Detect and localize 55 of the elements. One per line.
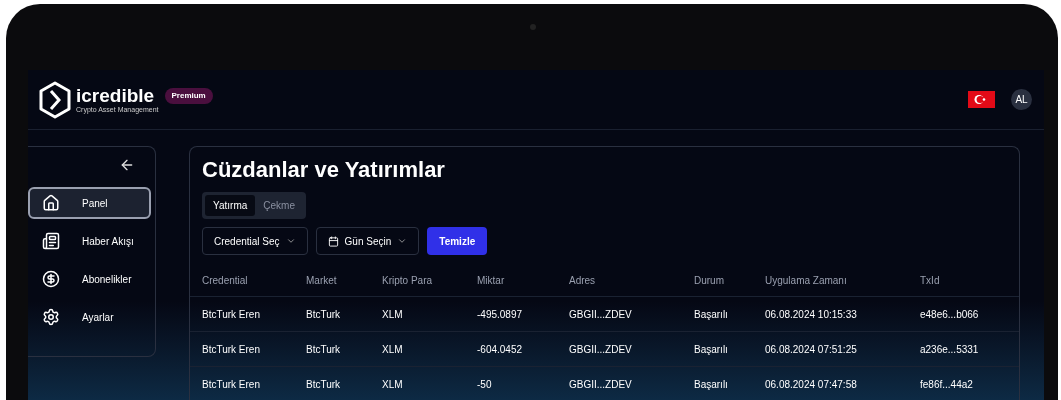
- hexagon-logo-icon: [38, 80, 72, 119]
- table-cell-text: XLM: [382, 377, 404, 392]
- page-title: Cüzdanlar ve Yatırımlar: [202, 156, 446, 184]
- table-cell-text: -495.0897: [477, 307, 524, 322]
- table-cell-text: -50: [477, 377, 493, 392]
- table-cell-text: BtcTurk: [306, 342, 342, 357]
- sidebar-item[interactable]: Panel: [28, 187, 151, 219]
- table-cell-text: GBGII...ZDEV: [569, 307, 633, 322]
- table-cell-text: BtcTurk: [306, 307, 342, 322]
- sidebar-item[interactable]: Abonelikler: [28, 263, 151, 295]
- table-cell-text: fe86f...44a2: [920, 377, 974, 392]
- newspaper-icon: [42, 232, 60, 250]
- table-cell-text: Başarılı: [694, 377, 729, 392]
- premium-badge: Premium: [164, 87, 213, 104]
- home-icon: [42, 194, 60, 212]
- dollar-icon: [42, 270, 60, 288]
- calendar-icon: [327, 235, 339, 247]
- tab[interactable]: Yatırma: [205, 195, 256, 216]
- chevron-icon: [285, 236, 296, 246]
- column-header: Kripto Para: [382, 274, 434, 288]
- table-cell-text: BtcTurk: [306, 377, 342, 392]
- table-cell-text: 06.08.2024 07:47:58: [765, 377, 858, 392]
- filter-dropdown[interactable]: Credential Seç: [202, 227, 308, 255]
- filter-dropdown[interactable]: Gün Seçin: [315, 227, 420, 255]
- gear-icon: [42, 308, 60, 326]
- tab[interactable]: Çekme: [255, 195, 303, 216]
- flag-icon: [968, 91, 995, 108]
- column-header: Market: [306, 274, 338, 288]
- column-header: Uygulama Zamanı: [765, 274, 848, 288]
- table-cell-text: 06.08.2024 10:15:33: [765, 307, 858, 322]
- table-cell-text: -604.0452: [477, 342, 524, 357]
- clear-button[interactable]: Temizle: [427, 227, 488, 255]
- table-cell-text: GBGII...ZDEV: [569, 377, 633, 392]
- table-cell-text: BtcTurk Eren: [202, 307, 261, 322]
- column-header: TxId: [920, 274, 941, 288]
- table-cell-text: a236e...5331: [920, 342, 980, 357]
- column-header: Durum: [694, 274, 725, 288]
- table-cell-text: Başarılı: [694, 307, 729, 322]
- table-cell-text: BtcTurk Eren: [202, 342, 261, 357]
- table-cell-text: XLM: [382, 342, 404, 357]
- sidebar-item[interactable]: Haber Akışı: [28, 225, 151, 257]
- table-cell-text: e48e6...b066: [920, 307, 980, 322]
- column-header: Miktar: [477, 274, 506, 288]
- table-cell-text: BtcTurk Eren: [202, 377, 261, 392]
- user-avatar[interactable]: AL: [1011, 89, 1032, 110]
- back-arrow-icon[interactable]: [119, 157, 135, 173]
- column-header: Adres: [569, 274, 597, 288]
- sidebar-item[interactable]: Ayarlar: [28, 301, 151, 333]
- table-cell-text: GBGII...ZDEV: [569, 342, 633, 357]
- table-cell-text: 06.08.2024 07:51:25: [765, 342, 858, 357]
- table-cell-text: Başarılı: [694, 342, 729, 357]
- logo-wordmark: icredible: [76, 86, 156, 105]
- column-header: Credential: [202, 274, 249, 288]
- table-cell-text: XLM: [382, 307, 404, 322]
- chevron-icon: [397, 236, 408, 246]
